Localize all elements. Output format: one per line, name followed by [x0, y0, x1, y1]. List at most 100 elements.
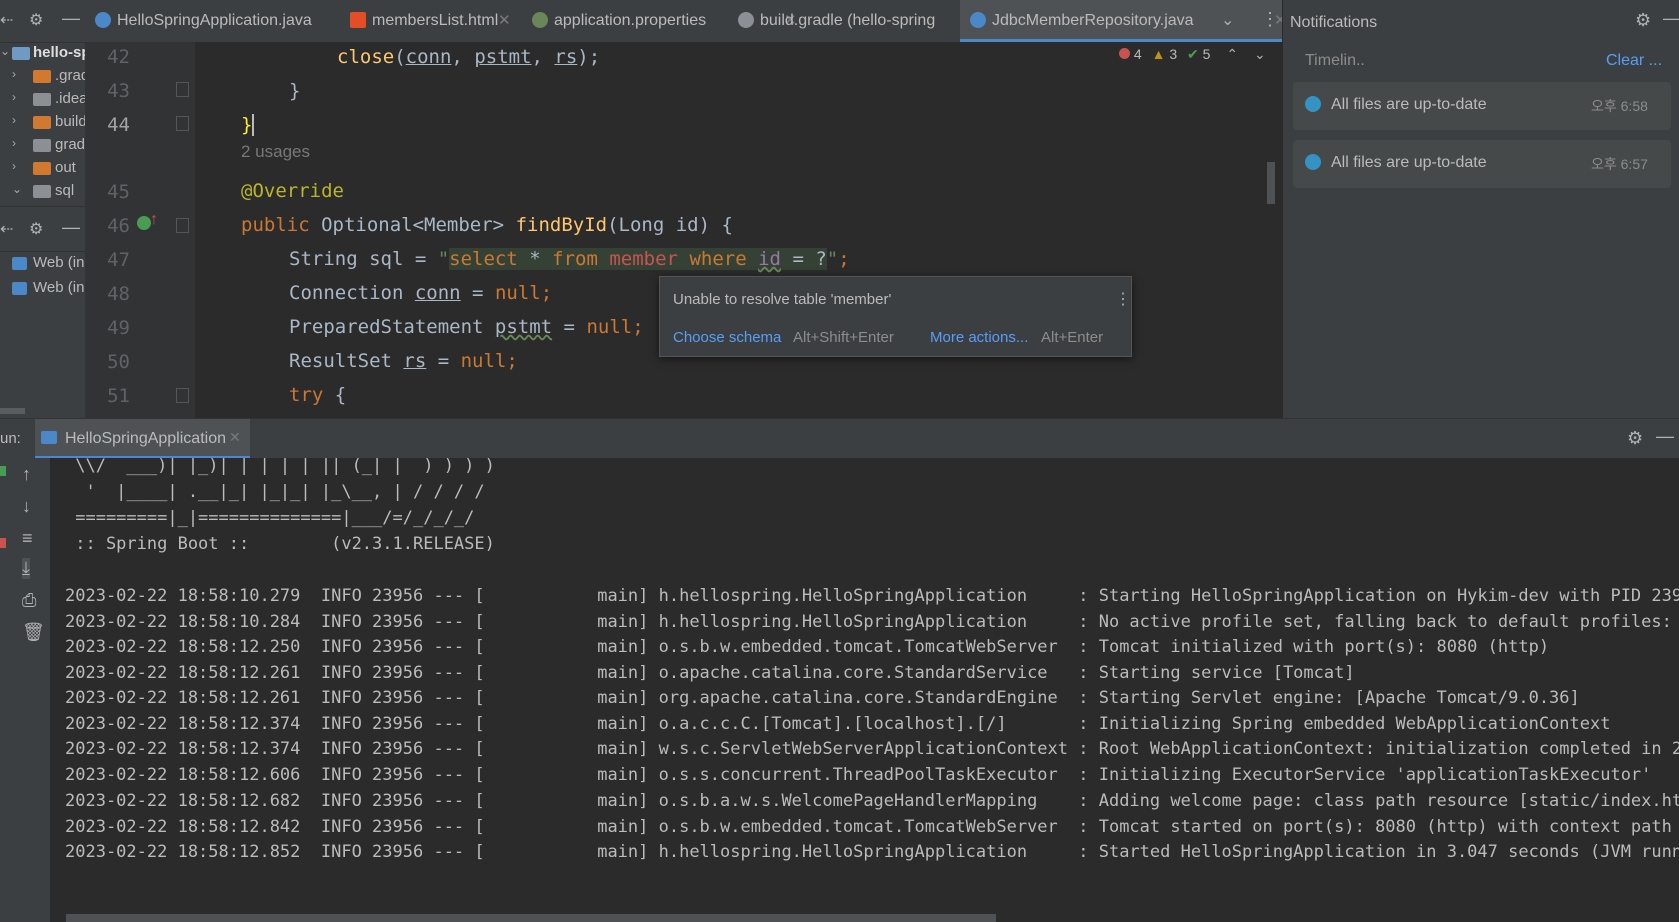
minimize-icon[interactable]: — [62, 8, 80, 29]
trash-icon[interactable]: 🗑 [22, 622, 45, 643]
log-line: 2023-02-22 18:58:12.261 INFO 23956 --- [… [65, 663, 1355, 683]
notification-card[interactable]: All files are up-to-date 오후 6:58 [1293, 82, 1671, 130]
more-vertical-icon[interactable]: ⋮ [1115, 289, 1131, 309]
chevron-down-icon: ⌄ [0, 44, 11, 58]
tree-item-label: sql [55, 182, 75, 199]
line-number: 42 [107, 46, 130, 68]
chevron-right-icon: › [12, 113, 16, 127]
minimize-icon[interactable]: — [1663, 8, 1679, 29]
fold-icon[interactable] [176, 82, 189, 97]
web-icon [12, 282, 27, 295]
weak-warning-count: 5 [1202, 46, 1211, 62]
code-line-43: } [289, 80, 301, 102]
web-item[interactable]: Web (in [0, 252, 85, 274]
console-output[interactable]: \\/ ___)| |_)| | | | | || (_| | ) ) ) ) … [50, 458, 1679, 922]
code-line-48: Connection conn = null; [289, 282, 553, 304]
tree-item-sql[interactable]: ⌄ sql [0, 180, 85, 202]
log-line: 2023-02-22 18:58:12.606 INFO 23956 --- [… [65, 765, 1652, 785]
gear-icon[interactable]: ⚙ [1635, 10, 1651, 31]
more-actions-link[interactable]: More actions... [930, 329, 1028, 346]
tree-item-out[interactable]: › out [0, 157, 85, 179]
tree-root[interactable]: ⌄ hello-sp [0, 42, 85, 64]
chevron-down-icon[interactable]: ⌄ [1254, 46, 1266, 62]
folder-icon [33, 93, 51, 106]
tree-root-label: hello-sp [33, 44, 85, 61]
folder-icon [33, 116, 51, 129]
tree-item-label: build [55, 113, 85, 130]
close-icon[interactable]: ✕ [229, 429, 241, 446]
tab-label: HelloSpringApplication.java [117, 12, 312, 29]
gradle-icon [738, 12, 754, 28]
fold-icon[interactable] [176, 388, 189, 403]
log-line: 2023-02-22 18:58:12.682 INFO 23956 --- [… [65, 791, 1679, 811]
rerun-icon[interactable] [0, 466, 6, 476]
code-line-46: public Optional<Member> findById(Long id… [241, 214, 733, 236]
clear-all-link[interactable]: Clear ... [1606, 52, 1662, 70]
code-line-51: try { [289, 384, 347, 406]
log-line: 2023-02-22 18:58:10.284 INFO 23956 --- [… [65, 612, 1679, 632]
popup-message: Unable to resolve table 'member' [673, 291, 892, 308]
collapse-icon[interactable]: ⇠ [0, 219, 13, 239]
choose-schema-link[interactable]: Choose schema [673, 329, 781, 346]
banner-line: =========|_|==============|___/=/_/_/_/ [65, 508, 475, 528]
html-icon [350, 12, 366, 28]
log-line: 2023-02-22 18:58:10.279 INFO 23956 --- [… [65, 586, 1679, 606]
minimize-icon[interactable]: — [62, 217, 80, 238]
soft-wrap-icon[interactable]: ≡ [22, 528, 33, 549]
web-item[interactable]: Web (in [0, 277, 85, 299]
implements-icon[interactable] [137, 216, 151, 230]
banner-line: \\/ ___)| |_)| | | | | || (_| | ) ) ) ) [65, 458, 495, 476]
notification-time: 오후 6:57 [1591, 156, 1648, 172]
tree-item-gradle[interactable]: › gradl [0, 134, 85, 156]
tree-item-build[interactable]: › build [0, 111, 85, 133]
minimize-icon[interactable]: — [1656, 426, 1674, 447]
editor-tab-bar: HelloSpringApplication.java membersList.… [85, 0, 1295, 43]
tab-hello-spring-application[interactable]: HelloSpringApplication.java [85, 0, 312, 42]
inspection-widget[interactable]: 4 ▲ 3 ✔ 5 ⌃ ⌄ [1119, 46, 1266, 63]
gear-icon[interactable]: ⚙ [1627, 428, 1643, 449]
notification-card[interactable]: All files are up-to-date 오후 6:57 [1293, 140, 1671, 188]
log-line: 2023-02-22 18:58:12.852 INFO 23956 --- [… [65, 842, 1679, 862]
stop-icon[interactable] [0, 538, 6, 548]
tab-label: membersList.html [372, 12, 499, 29]
java-class-icon [970, 12, 986, 28]
line-number: 47 [107, 249, 130, 271]
run-toolbar: ↑ ↓ ≡ ⤓ ⎙ 🗑 [0, 458, 50, 922]
vertical-scrollbar[interactable] [1267, 162, 1275, 204]
code-line-42: close(conn, pstmt, rs); [337, 46, 601, 68]
line-number: 44 [107, 114, 130, 136]
gear-icon[interactable]: ⚙ [29, 219, 43, 239]
arrow-up-icon[interactable]: ↑ [22, 464, 31, 485]
close-icon[interactable]: ✕ [498, 11, 511, 29]
tree-item-gradle-hidden[interactable]: › .grad [0, 65, 85, 87]
collapse-icon[interactable]: ⇠ [0, 10, 13, 30]
scroll-to-end-icon[interactable]: ⤓ [22, 558, 30, 579]
folder-icon [33, 185, 51, 198]
notification-text: All files are up-to-date [1331, 96, 1487, 113]
code-editor[interactable]: close(conn, pstmt, rs); } } 2 usages @Ov… [195, 42, 1282, 418]
arrow-down-icon[interactable]: ↓ [22, 496, 31, 517]
fold-icon[interactable] [176, 116, 189, 131]
run-tab-label: HelloSpringApplication [65, 430, 226, 447]
tab-jdbc-member-repository[interactable]: JdbcMemberRepository.java ✕ [960, 0, 1295, 42]
more-vertical-icon[interactable]: ⋮ [1261, 9, 1279, 30]
fold-icon[interactable] [176, 218, 189, 233]
notification-time: 오후 6:58 [1591, 98, 1648, 114]
usages-hint[interactable]: 2 usages [241, 142, 310, 176]
chevron-up-icon[interactable]: ⌃ [1226, 46, 1238, 62]
tree-item-idea[interactable]: › .idea [0, 88, 85, 110]
folder-icon [33, 162, 51, 175]
gear-icon[interactable]: ⚙ [29, 10, 43, 30]
chevron-down-icon[interactable]: ⌄ [1221, 10, 1234, 30]
print-icon[interactable]: ⎙ [22, 590, 36, 611]
run-tab[interactable]: HelloSpringApplication ✕ [35, 419, 250, 459]
banner-line: :: Spring Boot :: (v2.3.1.RELEASE) [65, 534, 495, 554]
tab-members-list[interactable]: membersList.html ✕ [340, 0, 516, 42]
line-number: 49 [107, 317, 130, 339]
horizontal-scrollbar[interactable] [66, 914, 996, 922]
chevron-right-icon: › [12, 67, 16, 81]
module-folder-icon [12, 47, 30, 60]
line-number: 43 [107, 80, 130, 102]
horizontal-scrollbar[interactable] [0, 408, 25, 414]
check-icon: ✔ [1187, 46, 1199, 62]
